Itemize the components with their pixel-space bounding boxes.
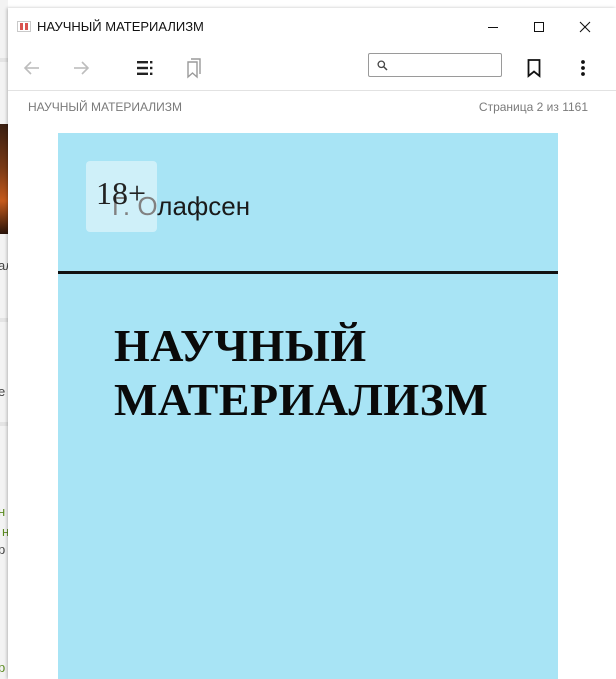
- search-input[interactable]: [391, 55, 497, 75]
- background-divider: [0, 318, 8, 322]
- maximize-button[interactable]: [516, 8, 562, 46]
- maximize-icon: [534, 22, 544, 32]
- forward-arrow-icon: [74, 61, 90, 75]
- more-vertical-icon: [581, 60, 585, 76]
- close-button[interactable]: [562, 8, 608, 46]
- reader-toolbar: [8, 46, 616, 88]
- back-arrow-icon: [23, 61, 39, 75]
- contents-list-icon: [137, 61, 153, 75]
- back-button[interactable]: [16, 52, 48, 84]
- book-app-icon: [17, 21, 31, 32]
- age-rating: 18+: [96, 175, 147, 211]
- search-field[interactable]: [368, 53, 502, 77]
- background-link: р: [0, 660, 6, 675]
- background-text: р: [0, 542, 6, 557]
- book-cover[interactable]: Г. Олафсен 18+ НАУЧНЫЙ МАТЕРИАЛИЗМ: [58, 133, 558, 679]
- bookmarks-list-button[interactable]: [178, 52, 210, 84]
- background-link: н: [0, 504, 6, 519]
- background-app: ал е н н р р: [0, 0, 8, 679]
- title-bar[interactable]: НАУЧНЫЙ МАТЕРИАЛИЗМ: [8, 8, 616, 46]
- cover-title-line: МАТЕРИАЛИЗМ: [114, 374, 489, 425]
- cover-title-line: НАУЧНЫЙ: [114, 320, 367, 371]
- book-name: НАУЧНЫЙ МАТЕРИАЛИЗМ: [28, 100, 183, 114]
- reading-info-bar: НАУЧНЫЙ МАТЕРИАЛИЗМ Страница 2 из 1161: [8, 90, 616, 121]
- cover-divider: [58, 271, 558, 274]
- more-options-button[interactable]: [567, 52, 599, 84]
- bookmarks-icon: [187, 58, 201, 79]
- background-divider: [0, 422, 8, 426]
- cover-title: НАУЧНЫЙ МАТЕРИАЛИЗМ: [114, 319, 544, 427]
- background-text: ал: [0, 258, 8, 273]
- forward-button[interactable]: [65, 52, 97, 84]
- search-icon: [377, 60, 388, 71]
- contents-button[interactable]: [129, 52, 161, 84]
- screen: ал е н н р р НАУЧНЫЙ МАТЕРИАЛИЗМ: [0, 0, 616, 679]
- background-text: е: [0, 384, 6, 399]
- background-thumbnail: [0, 124, 8, 234]
- minimize-icon: [488, 27, 498, 28]
- close-icon: [579, 21, 591, 33]
- add-bookmark-button[interactable]: [518, 52, 550, 84]
- minimize-button[interactable]: [470, 8, 516, 46]
- window-title: НАУЧНЫЙ МАТЕРИАЛИЗМ: [37, 19, 204, 34]
- background-divider: [0, 58, 8, 62]
- page-indicator: Страница 2 из 1161: [478, 100, 588, 114]
- reader-window: НАУЧНЫЙ МАТЕРИАЛИЗМ НАУЧНЫЙ МАТЕРИАЛИЗМ …: [8, 8, 616, 679]
- bookmark-icon: [527, 59, 541, 78]
